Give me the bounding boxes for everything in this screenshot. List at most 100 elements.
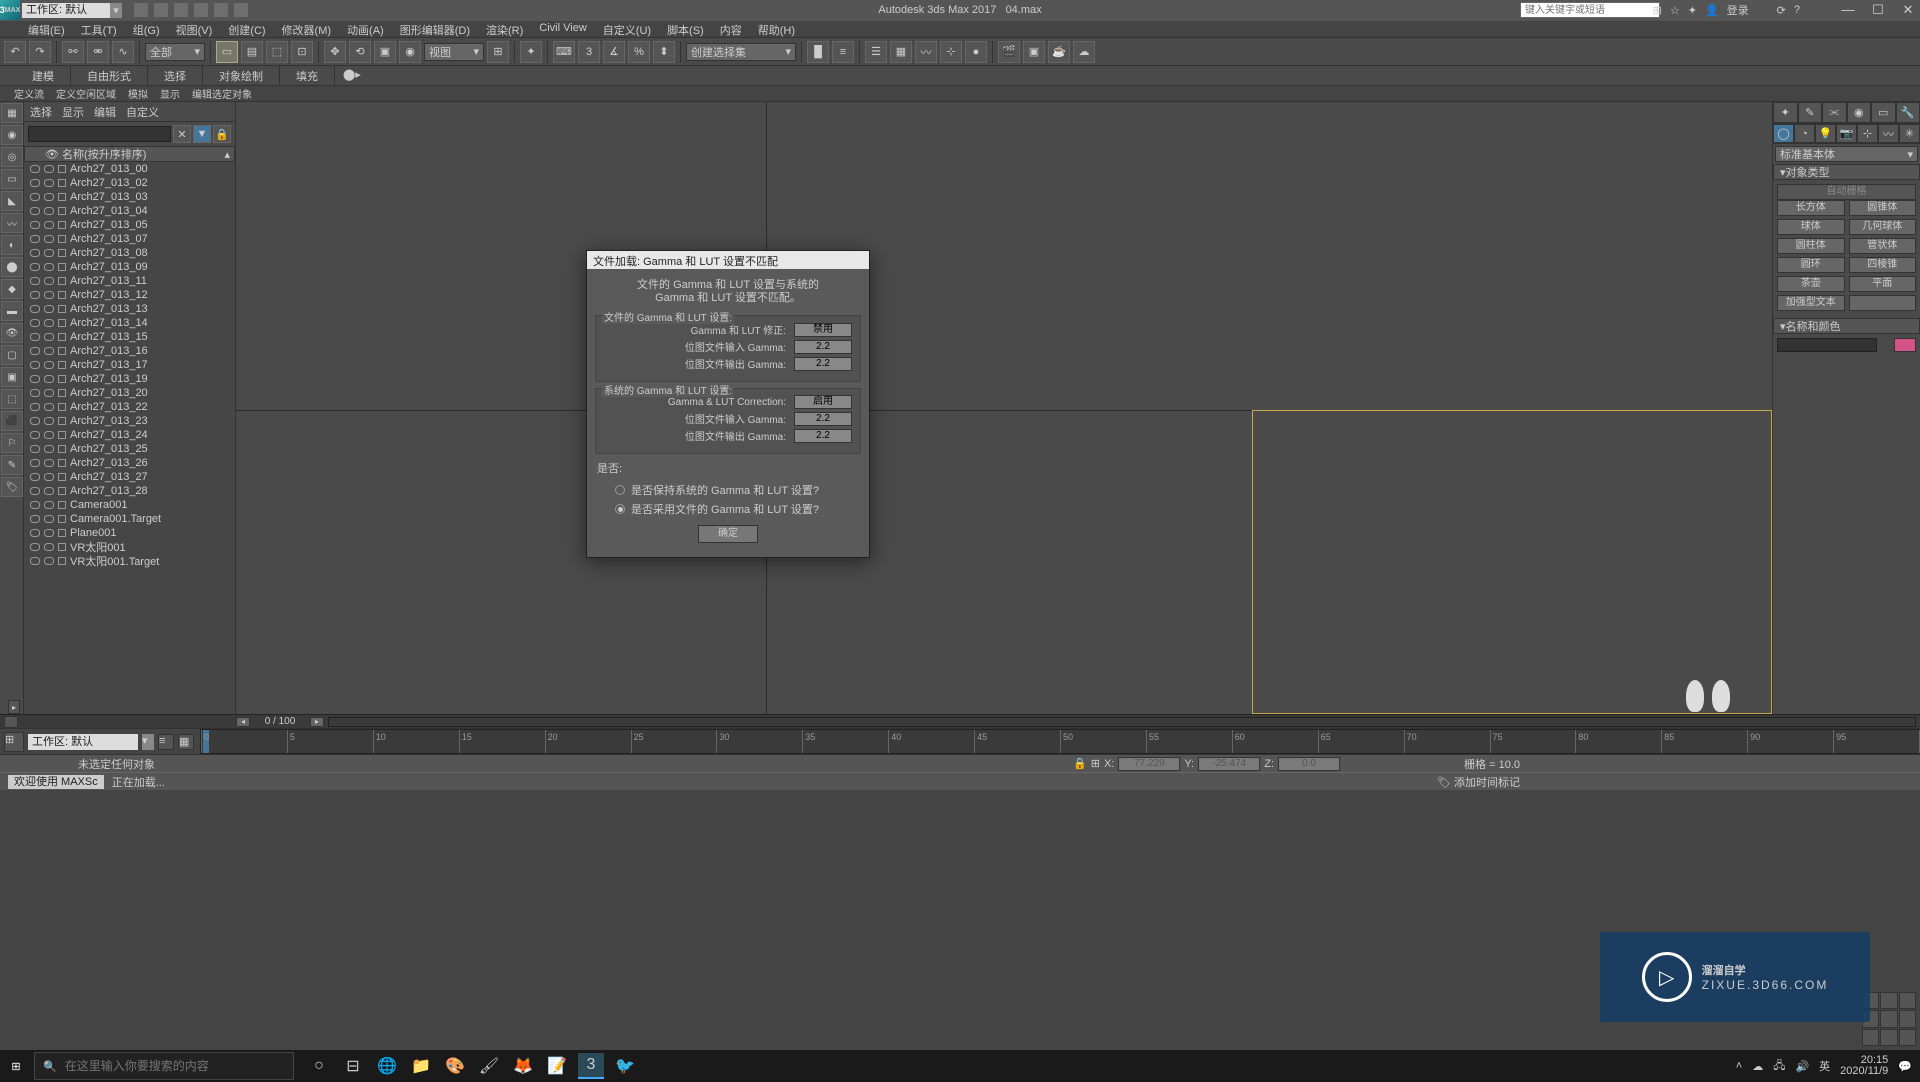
scene-item[interactable]: Arch27_013_12: [24, 288, 235, 302]
render-button[interactable]: ☕: [1048, 41, 1070, 63]
create-primitive-button[interactable]: 几何球体: [1849, 219, 1917, 235]
cp-tab-create[interactable]: ✦: [1773, 102, 1798, 123]
visibility-icon[interactable]: [30, 165, 40, 173]
se-menu-select[interactable]: 选择: [30, 104, 52, 119]
ribbon-tab-selection[interactable]: 选择: [148, 66, 203, 85]
qat-redo-icon[interactable]: [214, 3, 228, 17]
viewport[interactable]: [236, 102, 1772, 714]
ribbon-tab-objectpaint[interactable]: 对象绘制: [203, 66, 280, 85]
rotate-button[interactable]: ⟲: [349, 41, 371, 63]
app-icon-3[interactable]: 📝: [544, 1053, 570, 1079]
visibility-icon[interactable]: [30, 277, 40, 285]
freeze-icon[interactable]: [44, 557, 54, 565]
layer-explorer-button[interactable]: ☰: [865, 41, 887, 63]
minimize-button[interactable]: —: [1840, 2, 1856, 18]
visibility-icon[interactable]: [30, 459, 40, 467]
coord-z-value[interactable]: 0.0: [1278, 757, 1340, 771]
visibility-icon[interactable]: [30, 305, 40, 313]
workspace-selector[interactable]: 工作区: 默认: [22, 3, 110, 18]
coord-y-value[interactable]: -25.474: [1198, 757, 1260, 771]
cat-lights[interactable]: 💡: [1815, 124, 1836, 143]
freeze-icon[interactable]: [44, 347, 54, 355]
menu-animation[interactable]: 动画(A): [339, 21, 392, 37]
visibility-icon[interactable]: [30, 361, 40, 369]
scene-item[interactable]: Arch27_013_26: [24, 456, 235, 470]
menu-create[interactable]: 创建(C): [220, 21, 273, 37]
se-tool-10[interactable]: ▬: [1, 301, 23, 321]
select-manipulate-button[interactable]: ✦: [520, 41, 542, 63]
keyboard-shortcut-button[interactable]: ⌨: [553, 41, 575, 63]
nav-pan[interactable]: [1862, 1029, 1879, 1046]
create-primitive-button[interactable]: 圆环: [1777, 257, 1845, 273]
use-pivot-button[interactable]: ⊞: [487, 41, 509, 63]
visibility-icon[interactable]: [30, 333, 40, 341]
cortana-icon[interactable]: ⊟: [340, 1053, 366, 1079]
tray-volume-icon[interactable]: 🔊: [1795, 1060, 1809, 1073]
ribbon-toggle-icon[interactable]: ⬤▸: [335, 66, 369, 85]
window-crossing-button[interactable]: ⊡: [291, 41, 313, 63]
freeze-icon[interactable]: [44, 389, 54, 397]
visibility-icon[interactable]: [30, 193, 40, 201]
ribbon-btn-defineidle[interactable]: 定义空闲区域: [50, 86, 122, 101]
scene-item[interactable]: Arch27_013_00: [24, 162, 235, 176]
visibility-icon[interactable]: [30, 445, 40, 453]
freeze-icon[interactable]: [44, 319, 54, 327]
select-name-button[interactable]: ▤: [241, 41, 263, 63]
tray-cloud-icon[interactable]: ☁: [1752, 1060, 1763, 1073]
autogrid-checkbox[interactable]: 自动栅格: [1777, 184, 1916, 200]
create-primitive-button[interactable]: 球体: [1777, 219, 1845, 235]
coord-x-value[interactable]: 77.229: [1118, 757, 1180, 771]
rollout-name-color[interactable]: ▾ 名称和颜色: [1773, 318, 1920, 334]
freeze-icon[interactable]: [44, 487, 54, 495]
ribbon-tab-modeling[interactable]: 建模: [16, 66, 71, 85]
freeze-icon[interactable]: [44, 235, 54, 243]
dialog-ok-button[interactable]: 确定: [698, 525, 758, 543]
scene-item[interactable]: Arch27_013_05: [24, 218, 235, 232]
menu-civilview[interactable]: Civil View: [531, 21, 594, 37]
scene-item[interactable]: Arch27_013_07: [24, 232, 235, 246]
visibility-icon[interactable]: [30, 431, 40, 439]
tray-arrow-icon[interactable]: ˄: [1736, 1060, 1742, 1072]
ref-coord-dropdown[interactable]: 视图▾: [424, 43, 484, 61]
nav-zoomextall[interactable]: [1880, 1010, 1897, 1027]
se-tool-7[interactable]: ◐: [1, 235, 23, 255]
freeze-icon[interactable]: [44, 417, 54, 425]
freeze-icon[interactable]: [44, 403, 54, 411]
visibility-icon[interactable]: [30, 249, 40, 257]
viewport-layout-button[interactable]: [4, 716, 18, 728]
se-tool-3[interactable]: ◎: [1, 147, 23, 167]
timeslider-next[interactable]: ▸: [310, 717, 324, 727]
app-icon-1[interactable]: 🎨: [442, 1053, 468, 1079]
scene-item[interactable]: Plane001: [24, 526, 235, 540]
menu-rendering[interactable]: 渲染(R): [478, 21, 531, 37]
selection-filter-dropdown[interactable]: 全部▾: [145, 43, 205, 61]
curve-editor-button[interactable]: 〰: [915, 41, 937, 63]
visibility-icon[interactable]: [30, 235, 40, 243]
freeze-icon[interactable]: [44, 263, 54, 271]
timeslider-prev[interactable]: ◂: [236, 717, 250, 727]
visibility-icon[interactable]: [30, 543, 40, 551]
scene-item[interactable]: Arch27_013_02: [24, 176, 235, 190]
render-cloud-button[interactable]: ☁: [1073, 41, 1095, 63]
ribbon-btn-simulate[interactable]: 模拟: [122, 86, 154, 101]
cp-tab-hierarchy[interactable]: ⫘: [1822, 102, 1847, 123]
menu-content[interactable]: 内容: [712, 21, 750, 37]
scene-item[interactable]: Arch27_013_04: [24, 204, 235, 218]
freeze-icon[interactable]: [44, 529, 54, 537]
scene-item[interactable]: Arch27_013_14: [24, 316, 235, 330]
3dsmax-taskbar-icon[interactable]: 3: [578, 1053, 604, 1079]
nav-maximize[interactable]: [1899, 1029, 1916, 1046]
menu-views[interactable]: 视图(V): [168, 21, 221, 37]
nav-orbit[interactable]: [1880, 1029, 1897, 1046]
create-primitive-button[interactable]: 平面: [1849, 276, 1917, 292]
freeze-icon[interactable]: [44, 207, 54, 215]
menu-scripting[interactable]: 脚本(S): [659, 21, 712, 37]
scene-column-header[interactable]: 👁 名称(按升序排序) ▴: [24, 146, 235, 162]
timeline-filter-2[interactable]: ▦: [178, 734, 194, 750]
se-tool-4[interactable]: ▭: [1, 169, 23, 189]
freeze-icon[interactable]: [44, 179, 54, 187]
bind-spacewarp-button[interactable]: ∿: [112, 41, 134, 63]
menu-edit[interactable]: 编辑(E): [20, 21, 73, 37]
visibility-icon[interactable]: [30, 473, 40, 481]
visibility-icon[interactable]: [30, 263, 40, 271]
